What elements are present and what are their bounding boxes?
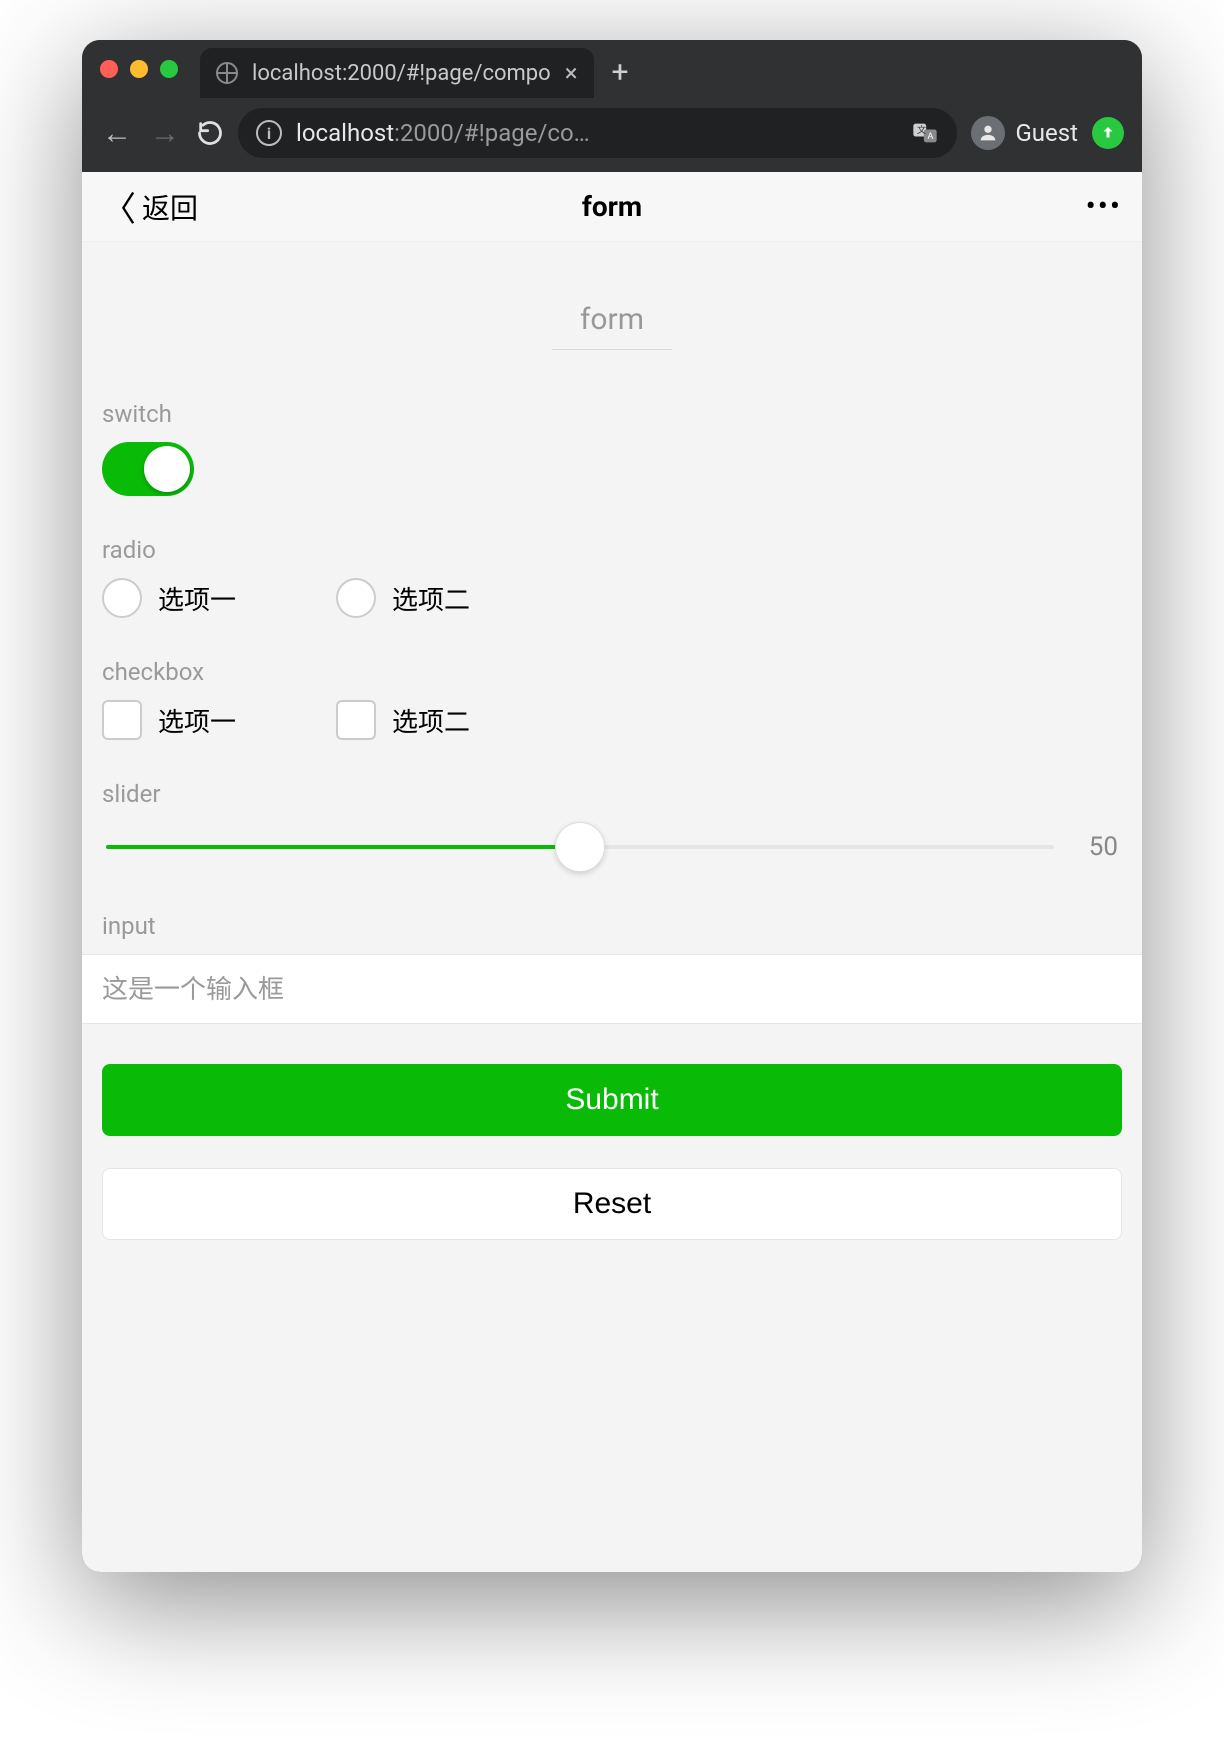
radio-option-label: 选项一 [158,580,236,617]
slider-label: slider [102,780,1122,808]
app-viewport: 〈 返回 form ••• form switch radio [82,172,1142,1572]
checkbox-icon [102,700,142,740]
url-host: localhost [296,119,394,147]
checkbox-option-2[interactable]: 选项二 [336,700,470,740]
url-path: :2000/#!page/co… [394,119,590,147]
checkbox-option-1[interactable]: 选项一 [102,700,236,740]
checkbox-section: checkbox 选项一 选项二 [102,658,1122,740]
profile-label: Guest [1015,119,1078,147]
browser-tab-strip: localhost:2000/#!page/compo × + [82,40,1142,98]
nav-back-label: 返回 [142,187,198,227]
checkbox-icon [336,700,376,740]
radio-option-label: 选项二 [392,580,470,617]
slider-control[interactable] [106,845,1054,849]
content-title: form [552,272,672,350]
site-info-icon[interactable]: i [256,120,282,146]
minimize-window-button[interactable] [130,60,148,78]
forward-button[interactable]: → [148,116,182,151]
radio-option-1[interactable]: 选项一 [102,578,236,618]
switch-section: switch [102,400,1122,496]
address-bar[interactable]: i localhost:2000/#!page/co… 文 A [238,108,957,158]
radio-icon [336,578,376,618]
svg-text:A: A [928,131,934,142]
checkbox-label: checkbox [102,658,1122,686]
profile-button[interactable]: Guest [971,116,1078,150]
back-button[interactable]: ← [100,116,134,151]
checkbox-option-label: 选项一 [158,702,236,739]
reset-button[interactable]: Reset [102,1168,1122,1240]
slider-value: 50 [1078,832,1118,862]
switch-label: switch [102,400,1122,428]
submit-button[interactable]: Submit [102,1064,1122,1136]
update-button[interactable] [1092,117,1124,149]
nav-back-button[interactable]: 〈 返回 [102,182,198,231]
input-label: input [102,912,1122,940]
browser-tab[interactable]: localhost:2000/#!page/compo × [200,48,594,98]
reload-button[interactable] [196,119,224,147]
browser-toolbar: ← → i localhost:2000/#!page/co… [82,98,1142,172]
translate-icon[interactable]: 文 A [911,119,939,147]
new-tab-button[interactable]: + [612,55,629,90]
globe-icon [216,62,238,84]
page-title: form [582,190,642,223]
avatar-icon [971,116,1005,150]
close-tab-button[interactable]: × [565,61,578,85]
radio-icon [102,578,142,618]
checkbox-option-label: 选项二 [392,702,470,739]
zoom-window-button[interactable] [160,60,178,78]
radio-option-2[interactable]: 选项二 [336,578,470,618]
svg-text:文: 文 [917,124,926,136]
switch-control[interactable] [102,442,194,496]
close-window-button[interactable] [100,60,118,78]
chevron-left-icon: 〈 [102,182,136,231]
slider-thumb[interactable] [555,822,605,872]
radio-section: radio 选项一 选项二 [102,536,1122,618]
slider-section: slider 50 [102,780,1122,872]
window-controls [100,60,178,78]
more-menu-button[interactable]: ••• [1086,189,1122,224]
switch-knob [144,446,190,492]
tab-title: localhost:2000/#!page/compo [252,61,551,86]
input-section: input [102,912,1122,1024]
text-input[interactable] [102,974,1122,1005]
radio-label: radio [102,536,1122,564]
app-header: 〈 返回 form ••• [82,172,1142,242]
